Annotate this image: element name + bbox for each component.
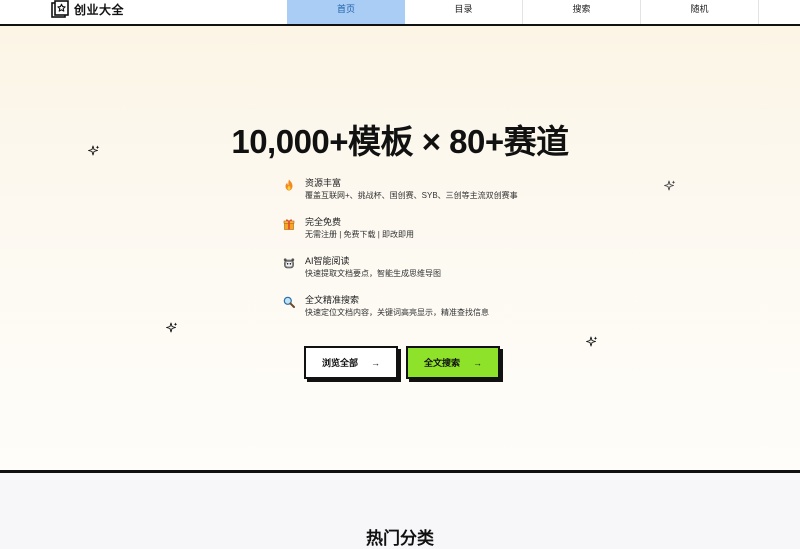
nav-catalog[interactable]: 目录 [405,0,523,24]
browse-all-button[interactable]: 浏览全部 → [304,346,398,379]
feature-description: 无需注册 | 免费下载 | 即改即用 [305,230,415,239]
magnifier-icon [283,296,295,308]
arrow-right-icon: → [473,357,482,368]
arrow-right-icon: → [371,357,380,368]
hero-title: 10,000+模板 × 80+赛道 [231,123,569,160]
nav-home[interactable]: 首页 [287,0,405,24]
sparkle-icon [166,322,178,333]
sparkle-icon [586,336,598,347]
feature-title: 完全免费 [305,217,342,227]
main-nav: 首页 目录 搜索 随机 [287,0,759,24]
feature-title: 资源丰富 [305,178,342,188]
hero-section [0,26,800,470]
brand-name: 创业大全 [74,2,125,17]
hot-categories-title: 热门分类 [366,529,434,548]
fire-icon [285,179,293,191]
star-book-icon [51,0,69,18]
sparkle-icon [88,145,100,156]
feature-description: 快速提取文档要点，智能生成思维导图 [305,269,441,278]
brand-logo[interactable]: 创业大全 [51,0,124,18]
gift-icon [283,219,295,230]
feature-title: 全文精准搜索 [305,295,360,305]
feature-description: 覆盖互联网+、挑战杯、国创赛、SYB、三创等主流双创赛事 [305,191,518,200]
nav-search[interactable]: 搜索 [523,0,641,24]
robot-icon [283,258,295,269]
full-text-search-button[interactable]: 全文搜索 → [406,346,500,379]
top-header: 创业大全 首页 目录 搜索 随机 [0,0,800,26]
feature-title: AI智能阅读 [305,256,350,266]
sparkle-icon [664,180,676,191]
nav-random[interactable]: 随机 [641,0,759,24]
browse-all-label: 浏览全部 [322,358,359,368]
hero-divider [0,470,800,473]
feature-description: 快速定位文档内容，关键词高亮显示，精准查找信息 [305,308,489,317]
full-text-search-label: 全文搜索 [424,358,461,368]
